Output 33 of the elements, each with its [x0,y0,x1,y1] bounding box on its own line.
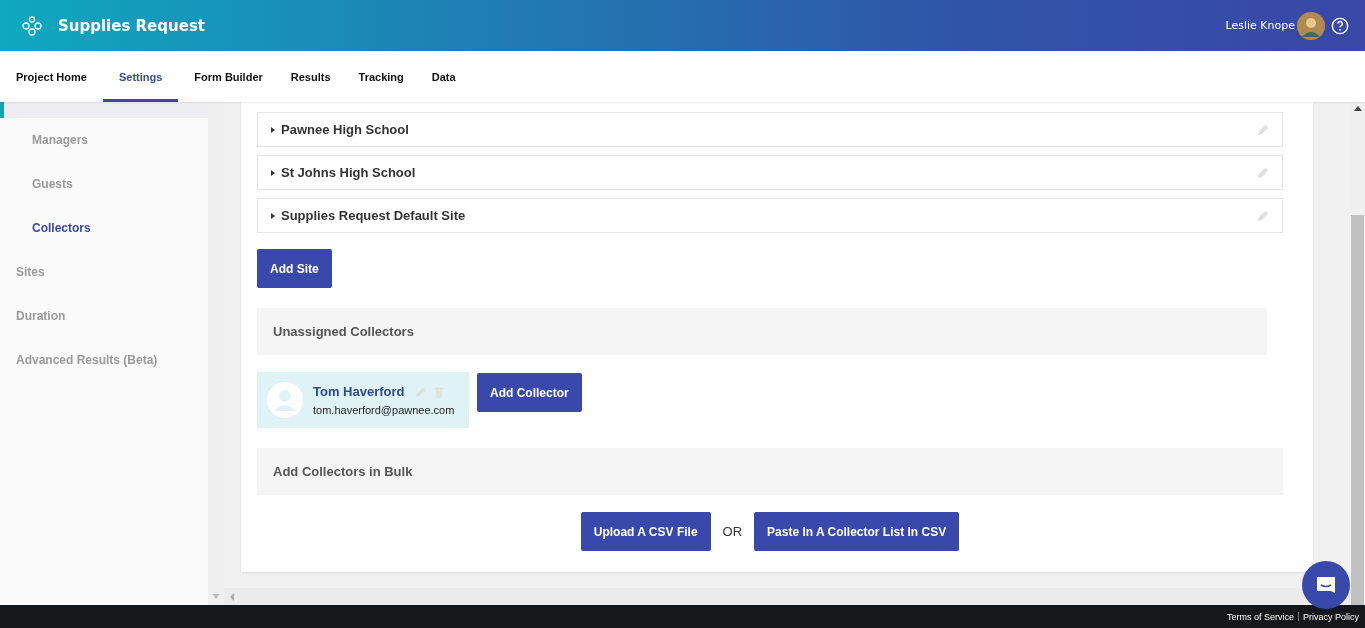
nav-tab[interactable]: Tracking [346,51,416,102]
nav-tab[interactable]: Project Home [4,51,99,102]
avatar-icon[interactable] [1297,11,1325,40]
section-title: Unassigned Collectors [273,324,414,339]
horizontal-scrollbar[interactable] [224,588,1350,605]
sidebar-item[interactable]: Collectors [0,206,208,250]
caret-icon[interactable] [271,169,275,176]
caret-icon[interactable] [271,212,275,219]
site-row[interactable]: St Johns High School [257,155,1283,190]
footer-link[interactable]: Terms of Service [1226,611,1294,622]
collector-name: Tom Haverford [313,384,405,399]
paste-csv-button[interactable]: Paste In A Collector List In CSV [754,512,960,551]
site-name: St Johns High School [281,165,417,180]
site-name: Pawnee High School [281,122,410,137]
add-collector-button[interactable]: Add Collector [477,373,582,412]
user-name[interactable]: Leslie Knope [1225,19,1295,32]
nav-tab[interactable]: Form Builder [182,51,275,102]
collector-email: tom.haverford@pawnee.com [313,404,455,416]
nav-tab[interactable]: Results [278,51,343,102]
site-row[interactable]: Supplies Request Default Site [257,198,1283,233]
person-icon [267,382,303,418]
site-row[interactable]: Pawnee High School [257,112,1283,147]
logo-icon [22,15,42,36]
nav-tab[interactable]: Data [419,51,468,102]
caret-icon[interactable] [271,126,275,133]
help-icon[interactable] [1331,16,1349,35]
site-name: Supplies Request Default Site [281,208,467,223]
app-title: Supplies Request [58,16,205,35]
section-title: Add Collectors in Bulk [273,464,413,479]
or-label: OR [722,524,743,539]
footer-link[interactable]: Privacy Policy [1303,611,1359,622]
add-site-button[interactable]: Add Site [257,249,332,288]
upload-csv-button[interactable]: Upload A CSV File [580,512,711,551]
